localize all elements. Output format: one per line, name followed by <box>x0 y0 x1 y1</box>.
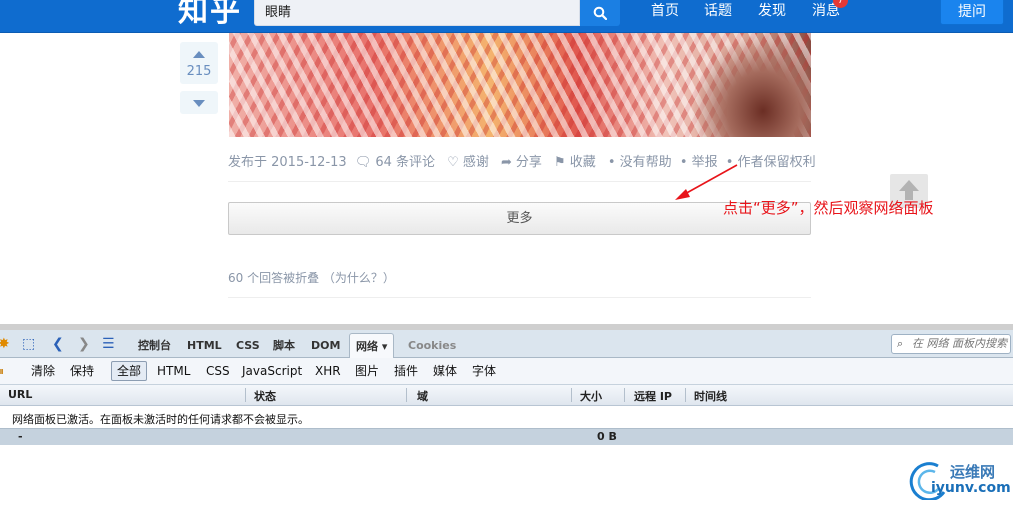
filter-css[interactable]: CSS <box>206 363 230 379</box>
ask-button[interactable]: 提问 <box>940 0 1004 25</box>
rights-text: • 作者保留权利 <box>725 155 816 170</box>
net-filter-bar <box>0 358 1013 385</box>
downvote-button[interactable] <box>180 91 218 114</box>
inspect-icon[interactable]: ⬚ <box>22 336 35 352</box>
nav-home[interactable]: 首页 <box>651 1 679 21</box>
zhihu-logo[interactable]: 知乎 <box>178 0 242 30</box>
filter-images[interactable]: 图片 <box>355 363 379 379</box>
nav-topics[interactable]: 话题 <box>704 1 732 21</box>
tab-net[interactable]: 网络 ▾ <box>349 333 395 358</box>
column-status[interactable]: 状态 <box>254 388 276 404</box>
comments-link[interactable]: 🗨 64 条评论 <box>355 155 439 170</box>
clear-button[interactable]: 清除 <box>31 363 55 379</box>
watermark-en: iyunv.com <box>931 480 1011 496</box>
search-button[interactable] <box>580 0 620 26</box>
command-line-icon[interactable]: ☰ <box>102 336 115 352</box>
tab-html[interactable]: HTML <box>187 336 222 356</box>
column-timeline[interactable]: 时间线 <box>694 388 727 404</box>
column-size[interactable]: 大小 <box>580 388 602 404</box>
summary-requests: - <box>18 430 23 443</box>
tab-console[interactable]: 控制台 <box>138 336 171 356</box>
upvote-button[interactable]: 215 <box>180 42 218 84</box>
column-remote-ip[interactable]: 远程 IP <box>634 388 672 404</box>
net-search-input[interactable]: ⌕ 在 网络 面板内搜索 <box>891 334 1011 354</box>
unhelpful-link[interactable]: • 没有帮助 <box>608 155 672 170</box>
firebug-icon[interactable]: ✸ <box>0 336 10 352</box>
column-domain[interactable]: 域 <box>417 388 428 404</box>
divider <box>228 297 811 298</box>
back-icon[interactable]: ❮ <box>52 336 64 352</box>
filter-fonts[interactable]: 字体 <box>472 363 496 379</box>
tab-dom[interactable]: DOM <box>311 336 340 356</box>
share-icon: ➦ <box>500 155 512 170</box>
search-input[interactable]: 眼睛 <box>254 0 580 26</box>
report-link[interactable]: • 举报 <box>680 155 718 170</box>
nav-explore[interactable]: 发现 <box>758 1 786 21</box>
post-date: 发布于 2015-12-13 <box>228 155 347 170</box>
search-icon: ⌕ <box>897 337 904 350</box>
screen: 知乎 眼睛 首页 话题 发现 消息 7 提问 215 发布于 2015-12-1… <box>0 0 1013 505</box>
arrow-up-icon <box>193 51 205 58</box>
comment-icon: 🗨 <box>354 155 372 170</box>
tab-css[interactable]: CSS <box>236 336 260 356</box>
summary-size: 0 B <box>597 430 617 443</box>
net-summary-row <box>0 428 1013 445</box>
arrow-down-icon <box>193 100 205 107</box>
divider <box>228 181 811 182</box>
vote-count: 215 <box>186 64 212 79</box>
filter-javascript[interactable]: JavaScript <box>242 363 302 379</box>
column-url[interactable]: URL <box>8 388 32 401</box>
net-panel-message: 网络面板已激活。在面板未激活时的任何请求都不会被显示。 <box>12 413 309 426</box>
tab-cookies[interactable]: Cookies <box>408 336 456 356</box>
filter-all[interactable]: 全部 <box>111 361 148 381</box>
collect-link[interactable]: ⚑ 收藏 <box>554 155 600 170</box>
folded-answers-link[interactable]: 60 个回答被折叠 （为什么？） <box>228 269 395 286</box>
pause-icon[interactable]: ⏸ <box>0 363 4 379</box>
share-link[interactable]: ➦ 分享 <box>501 155 546 170</box>
bookmark-icon: ⚑ <box>554 155 566 170</box>
filter-xhr[interactable]: XHR <box>315 363 341 379</box>
filter-media[interactable]: 媒体 <box>433 363 457 379</box>
net-table-header <box>0 385 1013 406</box>
filter-plugins[interactable]: 插件 <box>394 363 418 379</box>
watermark-cn: 运维网 <box>950 463 996 481</box>
search-icon <box>593 6 607 20</box>
tab-script[interactable]: 脚本 <box>273 336 295 356</box>
answer-meta: 发布于 2015-12-13 🗨 64 条评论 ♡ 感谢 ➦ 分享 ⚑ 收藏 • 没有帮… <box>228 151 820 170</box>
annotation-text: 点击“更多”，然后观察网络面板 <box>723 199 934 217</box>
heart-icon: ♡ <box>447 155 459 170</box>
thanks-link[interactable]: ♡ 感谢 <box>447 155 493 170</box>
forward-icon[interactable]: ❯ <box>78 336 90 352</box>
persist-button[interactable]: 保持 <box>70 363 94 379</box>
answer-image <box>229 33 811 137</box>
filter-html[interactable]: HTML <box>157 363 190 379</box>
